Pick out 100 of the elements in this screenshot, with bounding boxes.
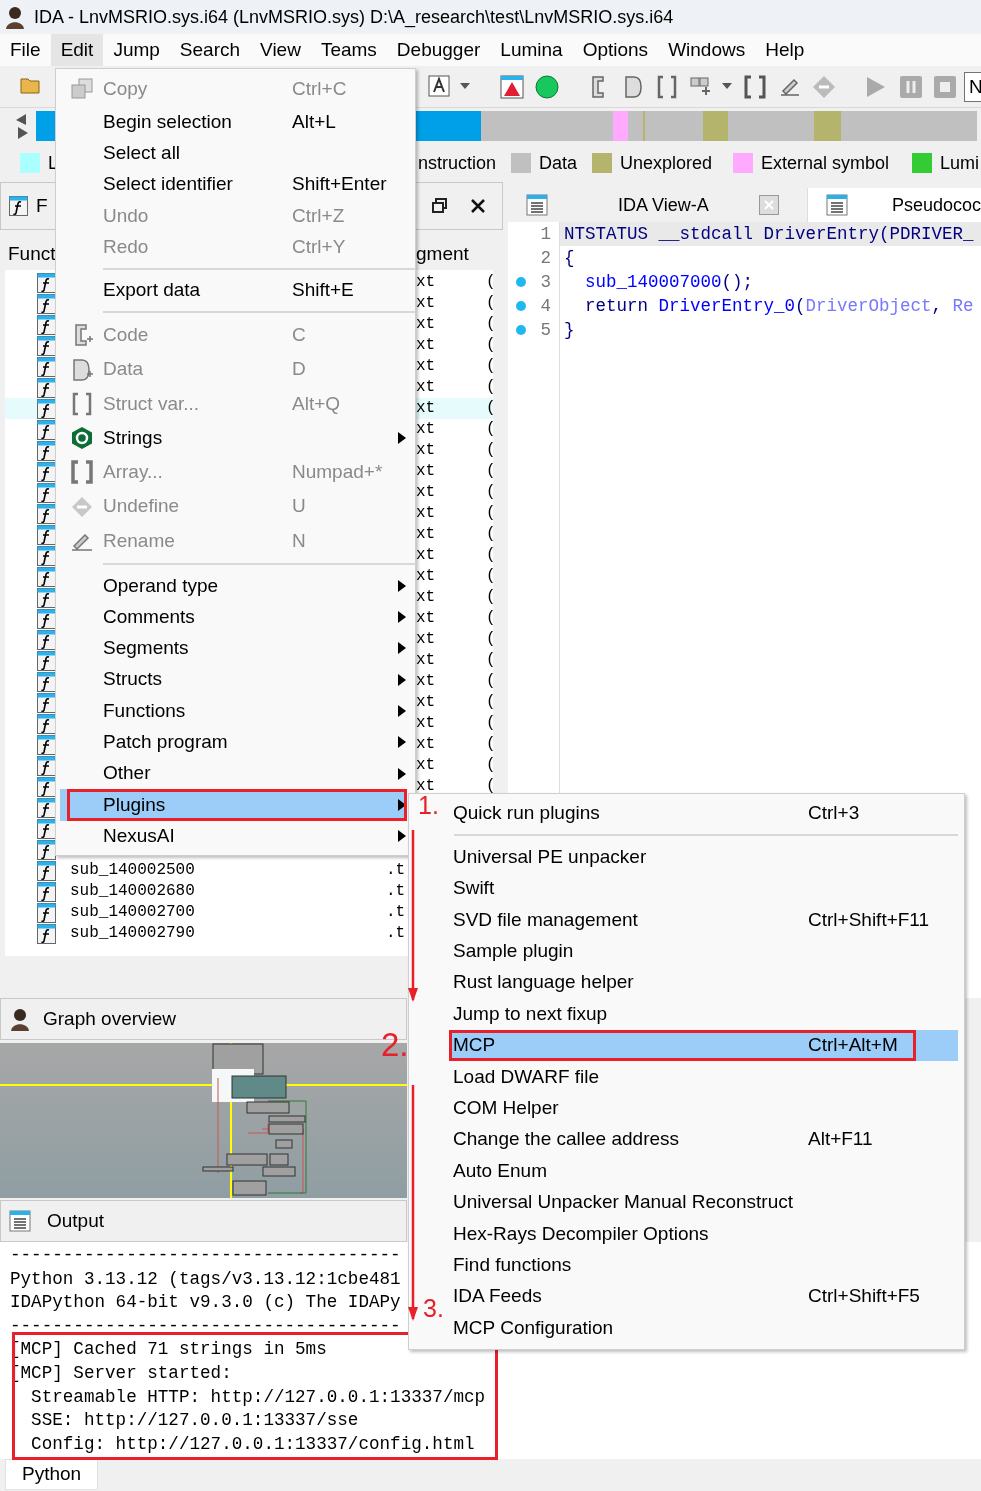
menu-item[interactable]: Auto Enum: [449, 1155, 958, 1187]
segment-cell: xt: [416, 650, 436, 671]
table-cell: (: [486, 587, 496, 608]
step-number: 1.: [418, 793, 439, 819]
column-header[interactable]: gment: [416, 240, 469, 269]
table-cell: (: [486, 461, 496, 482]
menu-item[interactable]: Strings: [60, 420, 407, 456]
table-cell: (: [486, 377, 496, 398]
menu-item[interactable]: Help: [755, 34, 815, 66]
segment-cell: xt: [416, 440, 436, 461]
menu-item[interactable]: Teams: [310, 34, 387, 66]
segment-cell: xt: [416, 356, 436, 377]
table-cell: (: [486, 776, 496, 797]
segment-cell: xt: [416, 587, 436, 608]
table-cell: (: [486, 713, 496, 734]
segment-cell: xt: [416, 377, 436, 398]
menu-item[interactable]: Operand type: [60, 570, 407, 602]
segment-cell: xt: [416, 419, 436, 440]
menu-item[interactable]: Lumina: [490, 34, 573, 66]
table-cell: (: [486, 755, 496, 776]
segment-cell: .t: [386, 923, 406, 944]
table-cell: (: [486, 545, 496, 566]
input-field[interactable]: N: [964, 71, 981, 102]
output-line: Streamable HTTP: http://127.0.0.1:13337/mcp: [30, 1385, 486, 1409]
menu-item[interactable]: Windows: [658, 34, 756, 66]
menu-item[interactable]: Universal Unpacker Manual Reconstruct: [449, 1186, 958, 1219]
segment-cell: .t: [386, 902, 406, 923]
function-name[interactable]: sub_140002700: [70, 902, 195, 923]
menu-item[interactable]: Options: [572, 34, 659, 66]
tab[interactable]: Python: [5, 1459, 99, 1490]
menu-item[interactable]: Structs: [60, 664, 407, 696]
menu-item[interactable]: Select identifier Shift+Enter: [60, 168, 407, 201]
menu-item[interactable]: Hex-Rays Decompiler Options: [449, 1218, 958, 1250]
line-number: 3: [540, 271, 551, 294]
window-title: IDA - LnvMSRIO.sys.i64 (LnvMSRIO.sys) D:\A_research\test\LnvMSRIO.sys.i64: [34, 5, 674, 30]
table-cell: (: [486, 335, 496, 356]
section-title: Graph overview: [43, 1006, 177, 1031]
menu-item[interactable]: Edit: [50, 34, 104, 66]
menu-item[interactable]: Other: [60, 757, 407, 790]
table-cell: (: [486, 482, 496, 503]
menu-item[interactable]: Functions: [60, 695, 407, 727]
menu-item[interactable]: Comments: [60, 601, 407, 633]
menu-item[interactable]: View: [250, 34, 311, 66]
segment-cell: xt: [416, 398, 436, 419]
column-header[interactable]: Funct: [8, 240, 56, 269]
code-line: sub_140007000();: [583, 271, 754, 294]
panel-title: F: [36, 193, 48, 218]
menu-item[interactable]: COM Helper: [449, 1092, 958, 1124]
segment-cell: .t: [386, 881, 406, 902]
menu-item[interactable]: Patch program: [60, 726, 407, 758]
table-cell: (: [486, 314, 496, 335]
code-line: return DriverEntry_0(DriverObject, Re: [583, 295, 975, 318]
table-cell: (: [486, 608, 496, 629]
tab[interactable]: Pseudococ: [807, 188, 981, 222]
table-cell: (: [486, 692, 496, 713]
menu-item[interactable]: Swift: [449, 872, 958, 905]
table-cell: (: [486, 734, 496, 755]
segment-cell: xt: [416, 524, 436, 545]
menu-item[interactable]: Sample plugin: [449, 935, 958, 967]
legend-label: External symbol: [761, 151, 890, 175]
menu-item[interactable]: Load DWARF file: [449, 1061, 958, 1093]
menu-item[interactable]: Export data Shift+E: [60, 274, 407, 307]
menu-item[interactable]: Select all: [60, 137, 407, 169]
menu-item[interactable]: Debugger: [386, 34, 491, 66]
menu-item[interactable]: Search: [169, 34, 251, 66]
menu-item[interactable]: Find functions: [449, 1249, 958, 1281]
menu-item[interactable]: NexusAI: [60, 820, 407, 852]
table-cell: (: [486, 440, 496, 461]
table-cell: (: [486, 566, 496, 587]
menu-item[interactable]: Jump: [103, 34, 170, 66]
menu-item[interactable]: Jump to next fixup: [449, 998, 958, 1030]
segment-cell: xt: [416, 692, 436, 713]
function-name[interactable]: sub_140002680: [70, 881, 195, 902]
output-line: SSE: http://127.0.0.1:13337/sse: [30, 1409, 359, 1432]
table-cell: (: [486, 293, 496, 314]
segment-cell: xt: [416, 503, 436, 524]
code-line: }: [562, 319, 576, 342]
menu-item[interactable]: Quick run plugins Ctrl+3: [449, 798, 958, 830]
function-name[interactable]: sub_140002500: [70, 860, 195, 881]
menu-item[interactable]: MCP Configuration: [449, 1312, 958, 1344]
segment-cell: xt: [416, 272, 436, 293]
segment-cell: xt: [416, 335, 436, 356]
menu-item[interactable]: IDA Feeds Ctrl+Shift+F5: [449, 1280, 958, 1313]
menu-item[interactable]: Begin selection Alt+L: [60, 106, 407, 138]
menu-item[interactable]: Change the callee address Alt+F11: [449, 1123, 958, 1156]
menu-item[interactable]: Universal PE unpacker: [449, 841, 958, 873]
table-cell: (: [486, 671, 496, 692]
menu-item[interactable]: Segments: [60, 632, 407, 665]
menu-item[interactable]: Rust language helper: [449, 966, 958, 999]
table-cell: (: [486, 524, 496, 545]
function-name[interactable]: sub_140002790: [70, 923, 195, 944]
menu-item[interactable]: SVD file management Ctrl+Shift+F11: [449, 904, 958, 936]
legend-label: Data: [539, 151, 578, 175]
legend-label: Lumi: [940, 151, 979, 175]
table-cell: (: [486, 503, 496, 524]
menu-item[interactable]: File: [0, 34, 51, 66]
segment-cell: xt: [416, 482, 436, 503]
table-cell: (: [486, 629, 496, 650]
line-number: 1: [540, 223, 551, 246]
segment-cell: .t: [386, 860, 406, 881]
